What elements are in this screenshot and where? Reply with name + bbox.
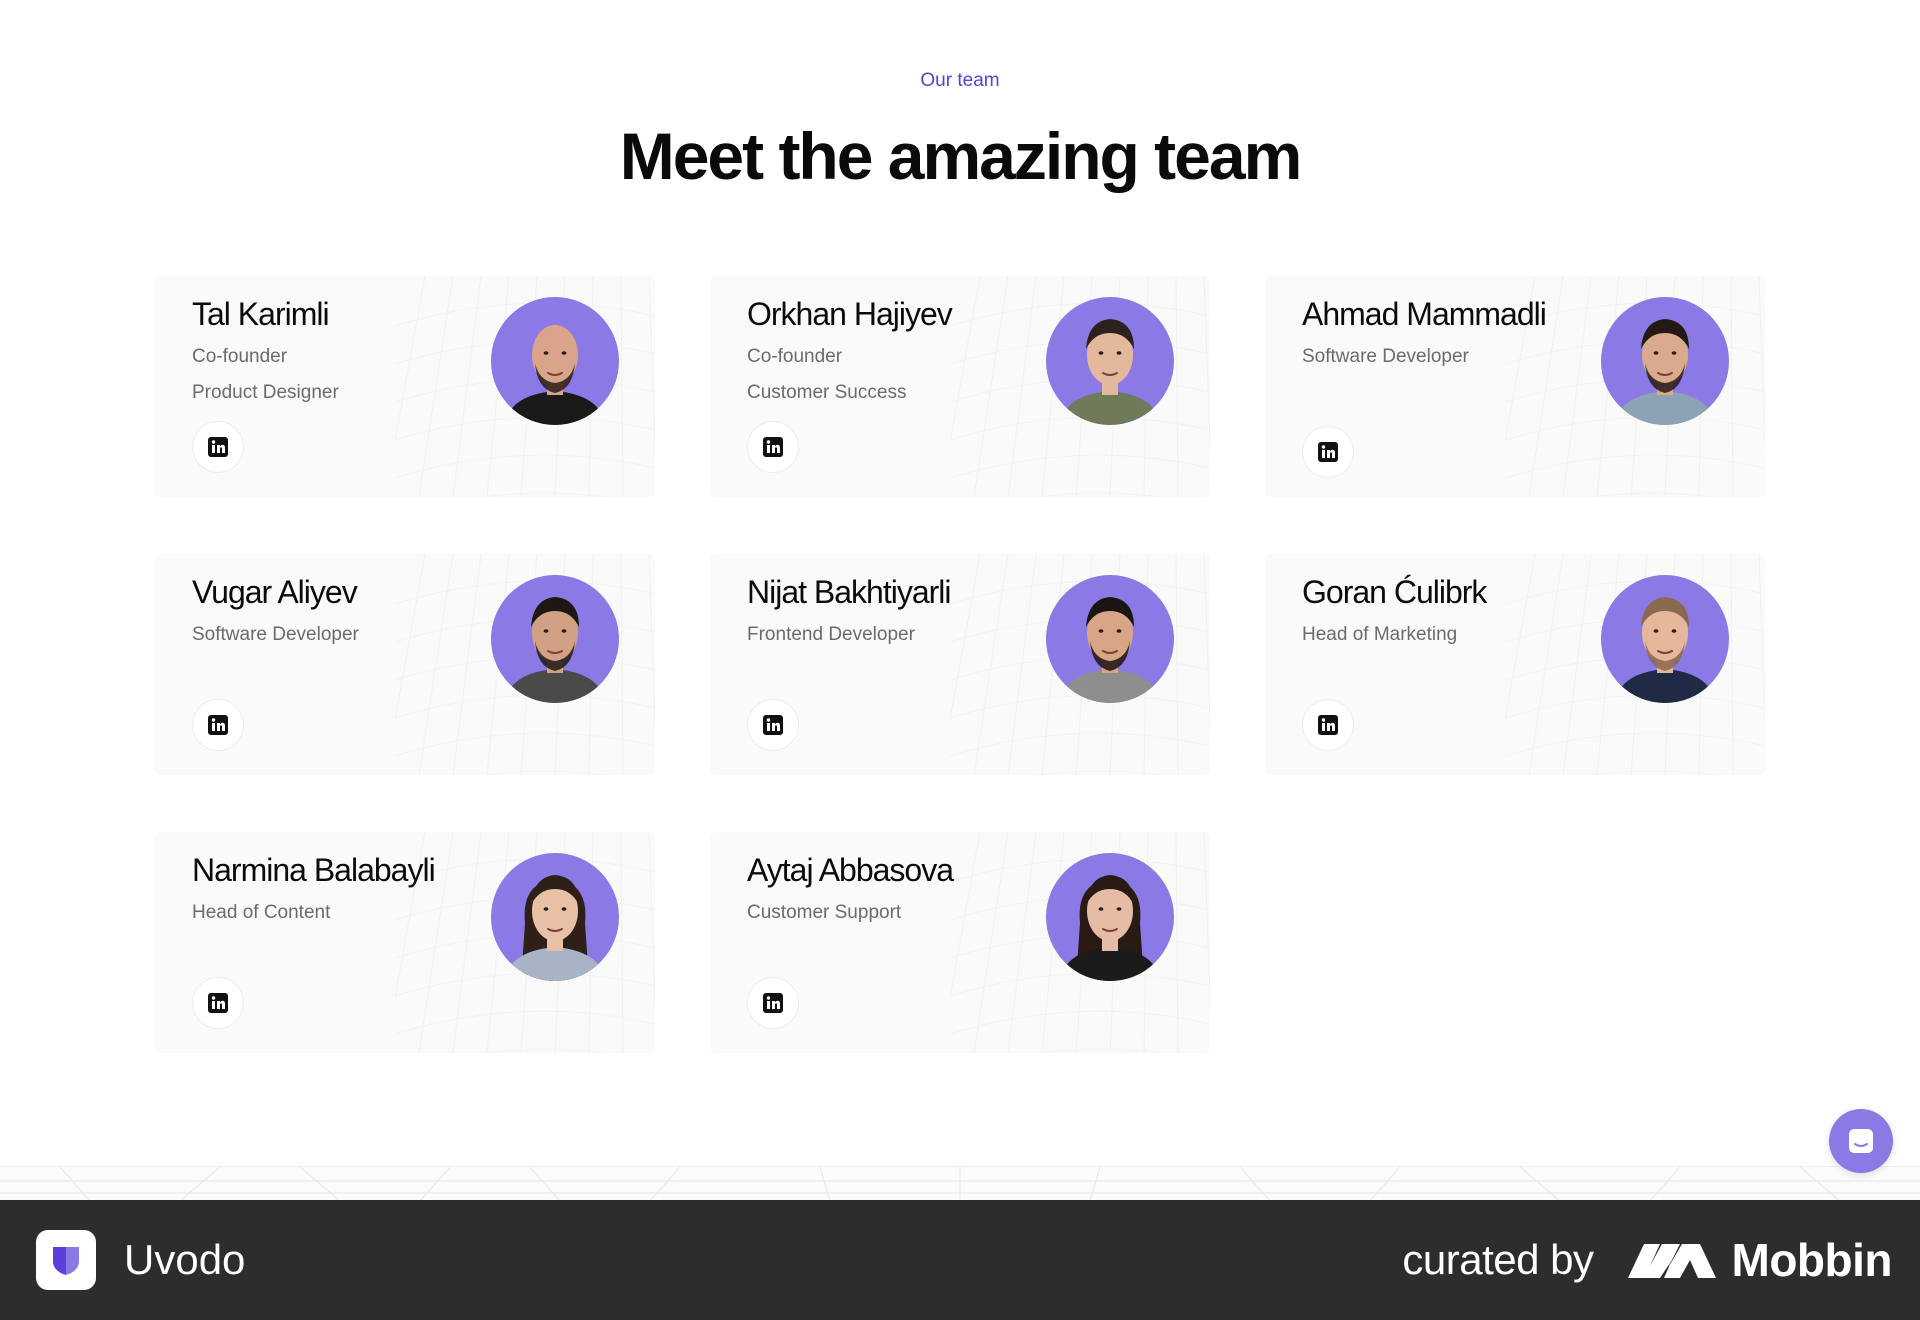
linkedin-icon [208, 715, 228, 735]
team-card: Narmina Balabayli Head of Content [155, 832, 655, 1053]
member-avatar [491, 575, 619, 703]
member-avatar [1046, 853, 1174, 981]
decorative-grid-strip [0, 1166, 1920, 1200]
team-card: Aytaj Abbasova Customer Support [710, 832, 1210, 1053]
member-role: Customer Success [747, 382, 907, 403]
member-avatar [491, 297, 619, 425]
team-card: Orkhan Hajiyev Co-founder Customer Success [710, 276, 1210, 497]
brand-name: Uvodo [124, 1236, 246, 1283]
member-name: Tal Karimli [192, 296, 330, 332]
member-name: Ahmad Mammadli [1302, 296, 1547, 332]
linkedin-button[interactable] [1302, 426, 1354, 478]
footer-bar: Uvodo curated by Mobbin [0, 1200, 1920, 1320]
member-role: Software Developer [1302, 346, 1469, 367]
member-role: Software Developer [192, 624, 359, 645]
linkedin-icon [208, 993, 228, 1013]
team-card: Vugar Aliyev Software Developer [155, 554, 655, 775]
linkedin-button[interactable] [747, 421, 799, 473]
team-card: Ahmad Mammadli Software Developer [1265, 276, 1765, 497]
section-eyebrow: Our team [920, 70, 1000, 91]
chat-launcher-button[interactable] [1829, 1109, 1893, 1173]
linkedin-icon [763, 993, 783, 1013]
uvodo-logo-icon [36, 1230, 96, 1290]
curated-by-label: curated by [1402, 1236, 1594, 1283]
chat-icon [1849, 1129, 1873, 1153]
member-role: Head of Marketing [1302, 624, 1458, 645]
linkedin-icon [763, 715, 783, 735]
member-role: Product Designer [192, 382, 339, 403]
curated-by: curated by Mobbin [1402, 1233, 1892, 1287]
member-name: Narmina Balabayli [192, 852, 436, 888]
linkedin-button[interactable] [1302, 699, 1354, 751]
member-role: Head of Content [192, 902, 331, 923]
member-name: Goran Ćulibrk [1302, 574, 1487, 610]
member-role: Frontend Developer [747, 624, 915, 645]
member-avatar [1046, 575, 1174, 703]
mobbin-logo-icon [1627, 1244, 1716, 1278]
linkedin-button[interactable] [192, 421, 244, 473]
member-role: Customer Support [747, 902, 902, 923]
member-avatar [1601, 575, 1729, 703]
linkedin-icon [1318, 442, 1338, 462]
member-avatar [491, 853, 619, 981]
section-heading: Meet the amazing team [619, 119, 1303, 193]
member-name: Aytaj Abbasova [747, 852, 954, 888]
team-section: Our team Meet the amazing team Tal Karim… [0, 0, 1920, 1200]
member-avatar [1601, 297, 1729, 425]
linkedin-icon [208, 437, 228, 457]
mobbin-name: Mobbin [1731, 1234, 1893, 1286]
member-name: Nijat Bakhtiyarli [747, 574, 952, 610]
linkedin-button[interactable] [747, 699, 799, 751]
member-name: Orkhan Hajiyev [747, 296, 953, 332]
linkedin-icon [1318, 715, 1338, 735]
linkedin-icon [763, 437, 783, 457]
member-avatar [1046, 297, 1174, 425]
team-card: Nijat Bakhtiyarli Frontend Developer [710, 554, 1210, 775]
linkedin-button[interactable] [192, 699, 244, 751]
mobbin-brand[interactable]: Mobbin [1627, 1233, 1893, 1287]
team-grid: Tal Karimli Co-founder Product Designer Or… [155, 276, 1767, 1053]
linkedin-button[interactable] [192, 977, 244, 1029]
team-card: Goran Ćulibrk Head of Marketing [1265, 554, 1765, 775]
member-role: Co-founder [747, 346, 843, 367]
member-role: Co-founder [192, 346, 288, 367]
team-card: Tal Karimli Co-founder Product Designer [155, 276, 655, 497]
linkedin-button[interactable] [747, 977, 799, 1029]
brand[interactable]: Uvodo [36, 1230, 245, 1290]
member-name: Vugar Aliyev [192, 574, 358, 610]
